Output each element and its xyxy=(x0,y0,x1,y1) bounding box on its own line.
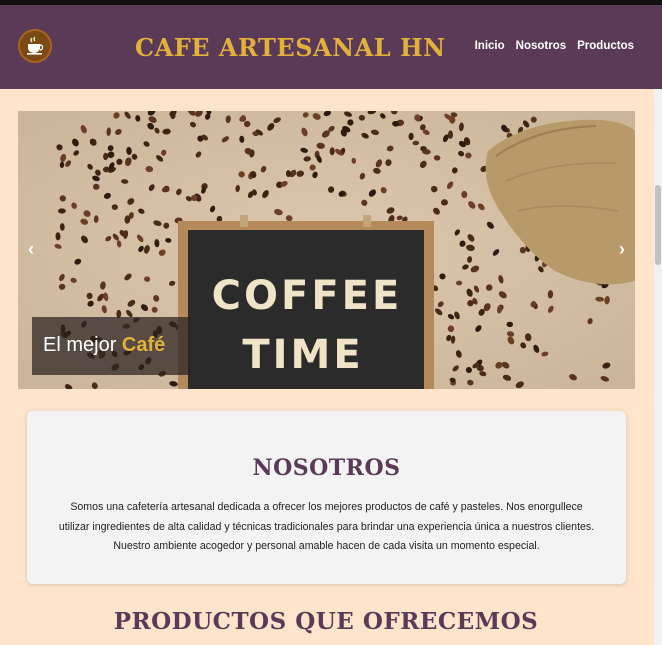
carousel-caption: El mejor Café xyxy=(32,317,190,375)
nav-link-inicio[interactable]: Inicio xyxy=(475,40,505,52)
about-card: NOSOTROS Somos una cafetería artesanal d… xyxy=(27,411,626,584)
about-title: NOSOTROS xyxy=(252,455,401,481)
nav-link-nosotros[interactable]: Nosotros xyxy=(516,40,566,52)
main-nav: Inicio Nosotros Productos xyxy=(475,40,634,52)
chalkboard-line-1: COFFEE xyxy=(212,273,403,319)
scrollbar-thumb[interactable] xyxy=(655,185,661,265)
nav-link-productos[interactable]: Productos xyxy=(577,40,634,52)
page-scrollbar[interactable] xyxy=(654,89,662,645)
chevron-right-icon[interactable]: › xyxy=(619,239,625,260)
products-title: PRODUCTOS QUE OFRECEMOS xyxy=(113,608,539,635)
site-header: CAFE ARTESANAL HN Inicio Nosotros Produc… xyxy=(0,5,662,89)
chalkboard-line-2: TIME xyxy=(242,332,363,378)
hero-carousel[interactable]: COFFEE TIME ‹ › El mejor Café xyxy=(18,111,635,389)
coffee-cup-icon[interactable] xyxy=(18,29,52,63)
caption-highlight: Café xyxy=(121,334,166,356)
caption-prefix: El mejor xyxy=(43,334,117,356)
about-text: Somos una cafetería artesanal dedicada a… xyxy=(58,501,595,552)
chevron-left-icon[interactable]: ‹ xyxy=(28,239,34,260)
brand-title: CAFE ARTESANAL HN xyxy=(135,33,446,62)
